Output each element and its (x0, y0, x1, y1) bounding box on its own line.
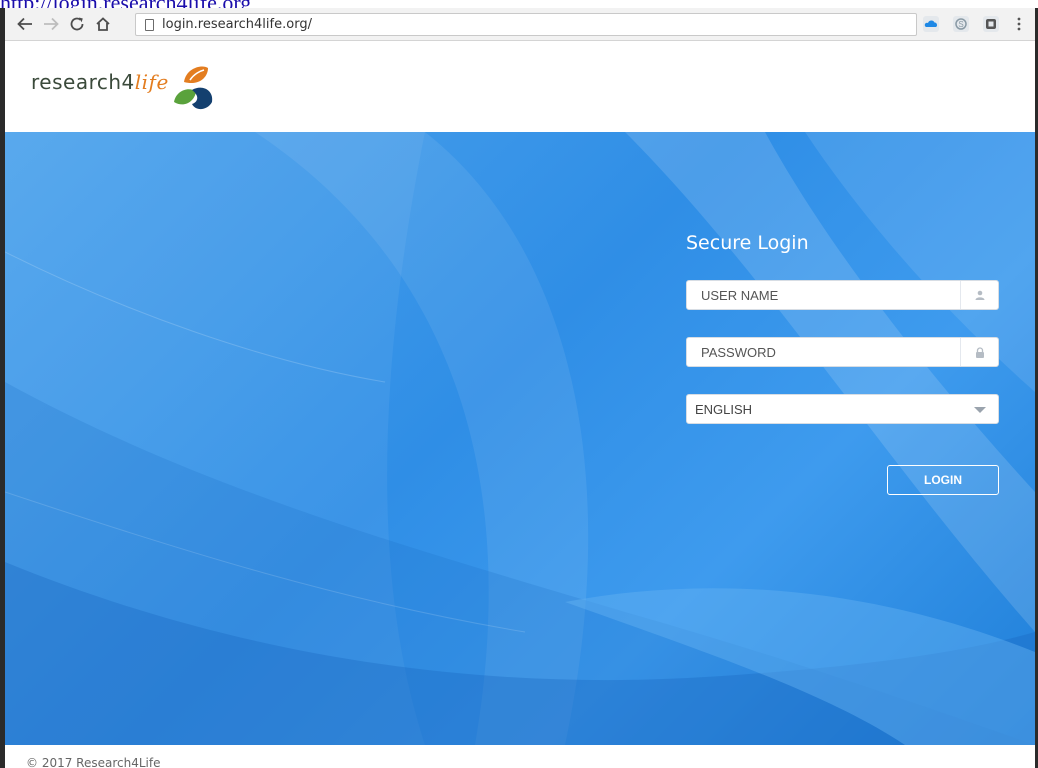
site-header: research4life (5, 42, 1035, 132)
login-button[interactable]: LOGIN (887, 465, 999, 495)
login-title: Secure Login (686, 232, 809, 254)
url-text: login.research4life.org/ (162, 17, 312, 32)
reload-icon[interactable] (67, 14, 87, 34)
chevron-down-icon (974, 407, 986, 413)
forward-arrow-icon[interactable] (41, 14, 61, 34)
hero-background-waves (5, 132, 1035, 745)
back-arrow-icon[interactable] (15, 14, 35, 34)
browser-toolbar: login.research4life.org/ S (5, 8, 1035, 41)
research4life-logo[interactable]: research4life (31, 62, 214, 116)
password-input[interactable] (687, 338, 957, 366)
address-bar[interactable]: login.research4life.org/ (135, 13, 917, 36)
skype-extension-icon[interactable]: S (953, 16, 969, 32)
language-selected-value: ENGLISH (695, 402, 753, 417)
pocket-extension-icon[interactable] (983, 16, 999, 32)
logo-text-accent: life (134, 70, 169, 94)
username-field (686, 280, 999, 310)
user-icon (960, 281, 998, 309)
language-select[interactable]: ENGLISH (686, 394, 999, 424)
site-footer: © 2017 Research4Life (5, 745, 1035, 768)
hero-banner: Secure Login ENGLISH LOGIN (5, 132, 1035, 745)
page-icon (145, 18, 154, 31)
lock-icon (960, 338, 998, 366)
username-input[interactable] (687, 281, 957, 309)
logo-leaf-icon (173, 66, 213, 110)
password-field (686, 337, 999, 367)
cloud-extension-icon[interactable] (923, 16, 939, 32)
svg-text:S: S (958, 20, 963, 29)
menu-kebab-icon[interactable] (1011, 16, 1027, 32)
logo-wordmark: research4life (31, 70, 169, 94)
login-form: Secure Login ENGLISH LOGIN (686, 232, 999, 495)
logo-text-main: research4 (31, 70, 135, 94)
home-icon[interactable] (93, 14, 113, 34)
copyright-text: © 2017 Research4Life (26, 756, 161, 768)
